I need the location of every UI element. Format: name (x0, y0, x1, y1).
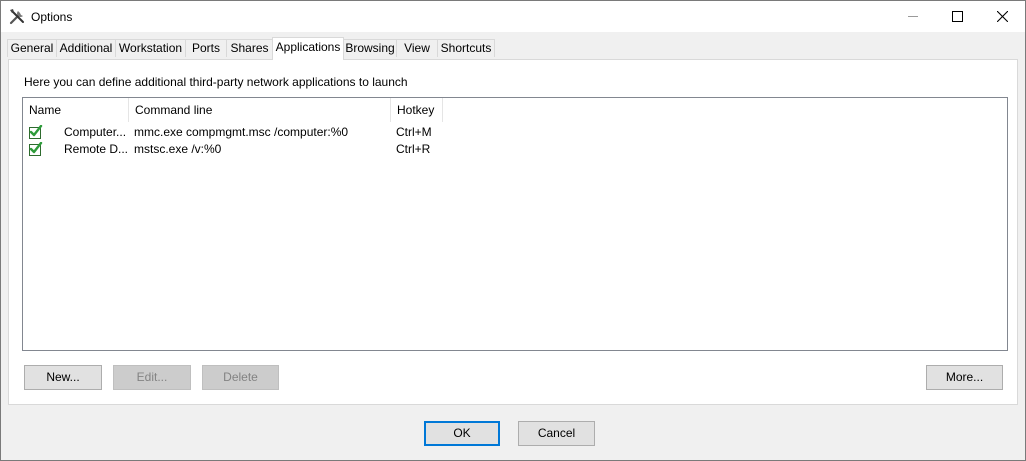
tab-browsing[interactable]: Browsing (343, 39, 397, 57)
edit-button[interactable]: Edit... (113, 365, 191, 390)
title-bar[interactable]: Options (1, 1, 1025, 32)
applications-panel: Here you can define additional third-par… (8, 59, 1018, 405)
ok-button[interactable]: OK (424, 421, 500, 446)
panel-description: Here you can define additional third-par… (24, 75, 408, 89)
row-name: Remote D... (64, 142, 128, 156)
tab-workstation[interactable]: Workstation (115, 39, 186, 57)
new-button[interactable]: New... (24, 365, 102, 390)
row-hotkey: Ctrl+R (396, 142, 431, 156)
delete-button[interactable]: Delete (202, 365, 279, 390)
tab-shares[interactable]: Shares (226, 39, 273, 57)
minimize-icon (908, 16, 918, 17)
tab-strip: General Additional Workstation Ports Sha… (1, 32, 1025, 60)
window-title: Options (31, 10, 73, 24)
list-item[interactable]: Computer... mmc.exe compmgmt.msc /comput… (23, 124, 1007, 141)
applications-list[interactable]: Name Command line Hotkey Computer... mmc… (22, 97, 1008, 351)
list-item[interactable]: Remote D... mstsc.exe /v:%0 Ctrl+R (23, 141, 1007, 158)
checkbox-checked-icon[interactable] (29, 141, 43, 156)
tab-ports[interactable]: Ports (185, 39, 227, 57)
list-header: Name Command line Hotkey (23, 98, 1007, 122)
column-name[interactable]: Name (23, 98, 129, 122)
options-window: Options General Additional Workstation P… (0, 0, 1026, 461)
tab-view[interactable]: View (396, 39, 438, 57)
maximize-icon (952, 11, 963, 22)
tab-general[interactable]: General (7, 39, 57, 57)
tab-applications[interactable]: Applications (272, 37, 344, 60)
close-button[interactable] (980, 1, 1025, 31)
tab-shortcuts[interactable]: Shortcuts (437, 39, 495, 57)
column-command-line[interactable]: Command line (129, 98, 391, 122)
row-name: Computer... (64, 125, 127, 139)
maximize-button[interactable] (935, 1, 980, 31)
column-hotkey[interactable]: Hotkey (391, 98, 443, 122)
checkbox-checked-icon[interactable] (29, 124, 43, 139)
tab-additional[interactable]: Additional (56, 39, 116, 57)
minimize-button[interactable] (891, 1, 936, 31)
row-hotkey: Ctrl+M (396, 125, 432, 139)
row-command: mmc.exe compmgmt.msc /computer:%0 (134, 125, 349, 139)
row-command: mstsc.exe /v:%0 (134, 142, 222, 156)
close-icon (997, 11, 1008, 22)
cancel-button[interactable]: Cancel (518, 421, 595, 446)
more-button[interactable]: More... (926, 365, 1003, 390)
tools-icon (9, 8, 26, 25)
